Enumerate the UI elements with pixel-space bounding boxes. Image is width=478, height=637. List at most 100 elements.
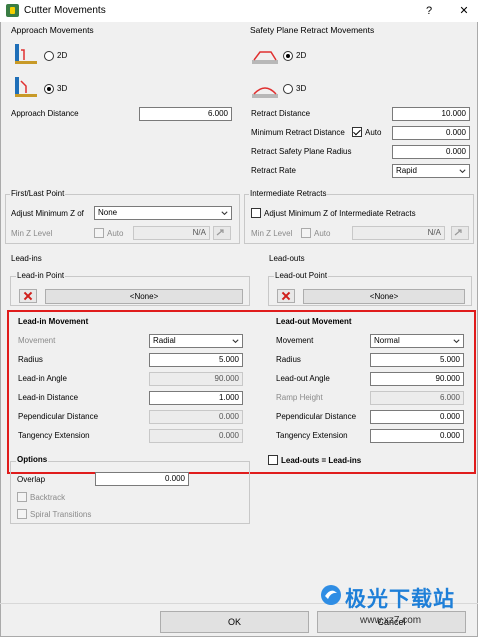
spiral-checkbox[interactable] [17, 509, 27, 519]
approach-2d-radio[interactable] [44, 51, 54, 61]
retract-rate-select[interactable]: Rapid [392, 164, 470, 178]
overlap-label: Overlap [17, 475, 46, 484]
leadins-row-label: Lead-in Distance [18, 393, 79, 402]
leadins-row-field[interactable]: 90.000 [149, 372, 243, 386]
min-z-level-field[interactable]: N/A [133, 226, 210, 240]
leadouts-row-field[interactable]: 0.000 [370, 429, 464, 443]
approach-3d-icon [15, 77, 37, 97]
approach-group-title: Approach Movements [10, 25, 95, 35]
leadouts-row-label: Movement [276, 336, 314, 345]
leadouts-row-label: Tangency Extension [276, 431, 348, 440]
chevron-down-icon [232, 339, 239, 344]
leadout-point-button[interactable]: <None> [303, 289, 465, 304]
leadout-point-title: Lead-out Point [274, 271, 329, 280]
safety-group-title: Safety Plane Retract Movements [249, 25, 376, 35]
leadins-row-label: Movement [18, 336, 56, 345]
watermark-url: www.xz7.com [360, 615, 422, 626]
retract-2d-radio[interactable] [283, 51, 293, 61]
leadouts-row-label: Radius [276, 355, 301, 364]
retract-3d-label: 3D [296, 84, 307, 93]
retract-radius-field[interactable]: 0.000 [392, 145, 470, 159]
intermediate-title: Intermediate Retracts [249, 189, 328, 198]
min-z-auto-checkbox[interactable] [94, 228, 104, 238]
retract-radius-label: Retract Safety Plane Radius [251, 147, 352, 156]
leadouts-movement-value: Normal [374, 336, 400, 345]
retract-distance-field[interactable]: 10.000 [392, 107, 470, 121]
intermediate-adjust-checkbox[interactable] [251, 208, 261, 218]
retract-rate-value: Rapid [396, 166, 417, 175]
retract-rate-label: Retract Rate [251, 166, 296, 175]
watermark-text: 极光下载站 [345, 588, 455, 611]
adjust-min-z-label: Adjust Minimum Z of [11, 209, 84, 218]
approach-3d-radio[interactable] [44, 84, 54, 94]
title-bar: Cutter Movements ? ✕ [0, 0, 478, 22]
backtrack-checkbox[interactable] [17, 492, 27, 502]
min-retract-auto-checkbox[interactable] [352, 127, 362, 137]
overlap-field[interactable]: 0.000 [95, 472, 189, 486]
leadins-row-field[interactable]: 1.000 [149, 391, 243, 405]
leadouts-row-field[interactable]: 5.000 [370, 353, 464, 367]
close-button[interactable]: ✕ [455, 3, 473, 19]
leadin-point-title: Lead-in Point [16, 271, 66, 280]
leadins-row-field[interactable]: 0.000 [149, 429, 243, 443]
min-z-auto-label: Auto [107, 229, 124, 238]
chevron-down-icon [459, 169, 466, 174]
leadin-movement-title: Lead-in Movement [18, 317, 89, 326]
leadins-movement-select[interactable]: Radial [149, 334, 243, 348]
leadouts-equal-checkbox[interactable] [268, 455, 278, 465]
pick-icon [454, 229, 462, 236]
intermediate-pick-button[interactable] [451, 226, 469, 240]
leadouts-row-field[interactable]: 0.000 [370, 410, 464, 424]
leadins-row-label: Tangency Extension [18, 431, 90, 440]
first-last-title: First/Last Point [10, 189, 66, 198]
ok-button[interactable]: OK [160, 611, 309, 633]
leadins-row-label: Pependicular Distance [18, 412, 99, 421]
leadouts-row-label: Ramp Height [276, 393, 323, 402]
leadouts-row-field[interactable]: 6.000 [370, 391, 464, 405]
retract-distance-label: Retract Distance [251, 109, 311, 118]
leadouts-row-label: Pependicular Distance [276, 412, 357, 421]
backtrack-label: Backtrack [30, 493, 66, 502]
leadouts-equal-label: Lead-outs = Lead-ins [281, 456, 362, 465]
help-button[interactable]: ? [420, 3, 438, 19]
watermark-logo-icon [321, 585, 341, 605]
approach-3d-label: 3D [57, 84, 68, 93]
retract-2d-label: 2D [296, 51, 307, 60]
approach-distance-field[interactable]: 6.000 [139, 107, 232, 121]
leadouts-movement-select[interactable]: Normal [370, 334, 464, 348]
leadout-delete-button[interactable] [277, 289, 295, 303]
app-icon [6, 4, 19, 17]
leadin-delete-button[interactable] [19, 289, 37, 303]
adjust-min-z-select[interactable]: None [94, 206, 232, 220]
spiral-label: Spiral Transitions [30, 510, 92, 519]
min-retract-field[interactable]: 0.000 [392, 126, 470, 140]
min-retract-auto-label: Auto [365, 128, 382, 137]
leadins-row-field[interactable]: 0.000 [149, 410, 243, 424]
chevron-down-icon [221, 211, 228, 216]
leadin-point-button[interactable]: <None> [45, 289, 243, 304]
retract-3d-radio[interactable] [283, 84, 293, 94]
intermediate-auto-label: Auto [314, 229, 331, 238]
chevron-down-icon [453, 339, 460, 344]
leadouts-row-field[interactable]: 90.000 [370, 372, 464, 386]
min-retract-label: Minimum Retract Distance [251, 128, 345, 137]
retract-2d-icon [252, 51, 278, 64]
leadins-row-label: Radius [18, 355, 43, 364]
pick-point-button[interactable] [213, 226, 231, 240]
leadouts-row-label: Lead-out Angle [276, 374, 330, 383]
leadins-title: Lead-ins [10, 254, 43, 263]
adjust-min-z-value: None [98, 208, 118, 217]
retract-3d-icon [252, 87, 278, 98]
intermediate-adjust-label: Adjust Minimum Z of Intermediate Retract… [264, 209, 416, 218]
intermediate-min-z-field[interactable]: N/A [352, 226, 445, 240]
leadins-row-label: Lead-in Angle [18, 374, 67, 383]
min-z-level-label: Min Z Level [11, 229, 53, 238]
leadouts-title: Lead-outs [268, 254, 306, 263]
approach-2d-label: 2D [57, 51, 68, 60]
leadins-row-field[interactable]: 5.000 [149, 353, 243, 367]
intermediate-min-z-label: Min Z Level [251, 229, 293, 238]
approach-2d-icon [15, 44, 37, 64]
window-title: Cutter Movements [24, 5, 106, 16]
intermediate-auto-checkbox[interactable] [301, 228, 311, 238]
approach-distance-label: Approach Distance [11, 109, 79, 118]
